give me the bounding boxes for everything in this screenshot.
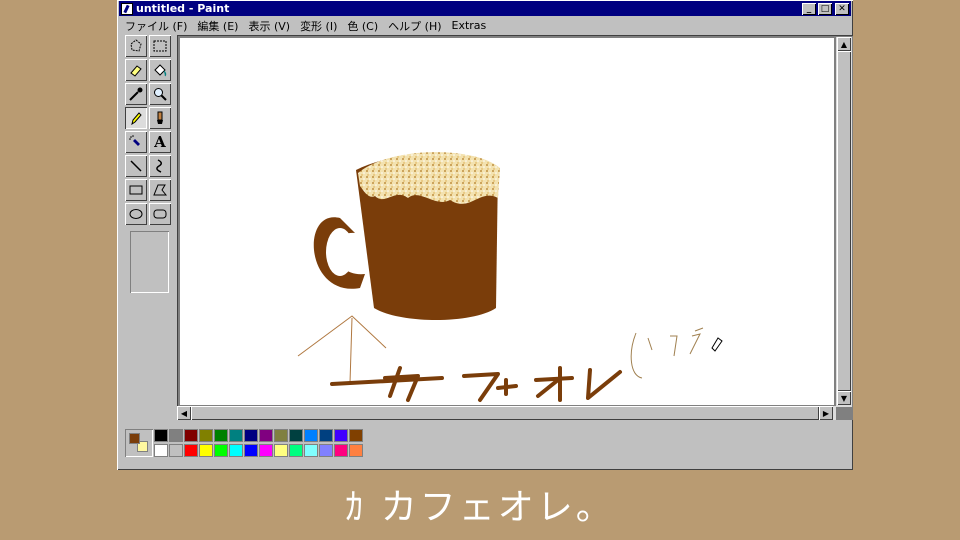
handwritten-cafe-au-lait [383,366,622,402]
line-tool[interactable] [125,155,147,177]
pencil-cursor-icon [711,337,723,352]
menu-file[interactable]: ファイル (F) [119,18,191,34]
palette-swatch[interactable] [274,429,288,442]
vertical-scroll-thumb[interactable] [837,51,851,391]
palette-swatch[interactable] [184,429,198,442]
window-title: untitled - Paint [136,2,230,15]
palette-swatch[interactable] [169,444,183,457]
menu-image[interactable]: 変形 (I) [294,18,341,34]
menu-extras[interactable]: Extras [446,19,491,32]
fill-tool[interactable] [149,59,171,81]
free-select-icon [130,39,142,52]
palette-swatch[interactable] [169,429,183,442]
rectangle-icon [129,185,143,195]
palette-swatch[interactable] [289,444,303,457]
polygon-tool[interactable] [149,179,171,201]
canvas-area: ▲ ▼ ◀ ▶ [177,35,853,420]
magnifier-tool[interactable] [149,83,171,105]
close-button[interactable]: ✕ [835,2,849,15]
arrow-drawing [297,315,387,384]
text-tool[interactable]: A [149,131,171,153]
airbrush-tool[interactable] [125,131,147,153]
ellipse-icon [129,209,143,219]
scroll-left-icon[interactable]: ◀ [177,406,191,420]
palette-swatch[interactable] [244,444,258,457]
color-palette [154,429,364,458]
palette-swatch[interactable] [259,444,273,457]
subtitle: ｶ カフェオレ。 [345,487,615,528]
eraser-tool[interactable] [125,59,147,81]
curve-icon [156,159,162,173]
free-select-tool[interactable] [125,35,147,57]
palette-swatch[interactable] [349,444,363,457]
polygon-icon [153,184,168,196]
maximize-button[interactable]: □ [818,2,832,15]
foreground-color[interactable] [129,433,140,444]
menu-view[interactable]: 表示 (V) [242,18,294,34]
palette-swatch[interactable] [154,444,168,457]
line-icon [130,160,142,172]
palette-swatch[interactable] [244,429,258,442]
color-picker-tool[interactable] [125,83,147,105]
palette-swatch[interactable] [154,429,168,442]
toolbox: A [125,35,173,255]
palette-swatch[interactable] [319,444,333,457]
palette-swatch[interactable] [304,444,318,457]
scroll-down-icon[interactable]: ▼ [837,391,851,405]
mug-foam [358,152,500,204]
curve-tool[interactable] [149,155,171,177]
magnifier-icon [154,88,167,101]
menu-bar: ファイル (F) 編集 (E) 表示 (V) 変形 (I) 色 (C) ヘルプ … [119,17,851,34]
ellipse-tool[interactable] [125,203,147,225]
palette-swatch[interactable] [334,429,348,442]
paint-window: untitled - Paint _ □ ✕ ファイル (F) 編集 (E) 表… [117,0,853,470]
brush-tool[interactable] [149,107,171,129]
palette-swatch[interactable] [214,429,228,442]
airbrush-icon [129,135,140,146]
menu-help[interactable]: ヘルプ (H) [382,18,445,34]
brush-icon [157,111,163,124]
menu-edit[interactable]: 編集 (E) [191,18,242,34]
rect-select-icon [153,40,167,52]
palette-swatch[interactable] [334,444,348,457]
palette-swatch[interactable] [289,429,303,442]
palette-swatch[interactable] [274,444,288,457]
pencil-tool[interactable] [125,107,147,129]
palette-swatch[interactable] [229,429,243,442]
pencil-icon [131,112,142,126]
sketch-text [630,327,704,379]
palette-swatch[interactable] [184,444,198,457]
drawing-layer [297,152,723,402]
scroll-right-icon[interactable]: ▶ [819,406,833,420]
rect-select-tool[interactable] [149,35,171,57]
horizontal-scrollbar[interactable]: ◀ ▶ [177,406,836,420]
minimize-button[interactable]: _ [802,2,816,15]
vertical-scrollbar[interactable]: ▲ ▼ [836,37,852,407]
color-box [117,420,853,470]
rectangle-tool[interactable] [125,179,147,201]
rounded-rect-icon [153,209,167,219]
palette-swatch[interactable] [304,429,318,442]
color-picker-icon [129,87,143,101]
palette-swatch[interactable] [259,429,273,442]
menu-colors[interactable]: 色 (C) [341,18,382,34]
palette-swatch[interactable] [229,444,243,457]
tool-options-panel[interactable] [130,231,169,293]
palette-swatch[interactable] [349,429,363,442]
horizontal-scroll-thumb[interactable] [191,406,819,420]
eraser-icon [130,65,142,77]
scroll-up-icon[interactable]: ▲ [837,37,851,51]
palette-swatch[interactable] [199,444,213,457]
title-bar[interactable]: untitled - Paint _ □ ✕ [119,1,851,16]
text-icon: A [154,133,166,151]
fill-bucket-icon [154,64,167,77]
palette-swatch[interactable] [214,444,228,457]
rounded-rect-tool[interactable] [149,203,171,225]
palette-swatch[interactable] [319,429,333,442]
paint-app-icon[interactable] [121,2,133,15]
drawing-canvas[interactable] [180,38,834,405]
current-colors[interactable] [125,429,153,457]
palette-swatch[interactable] [199,429,213,442]
